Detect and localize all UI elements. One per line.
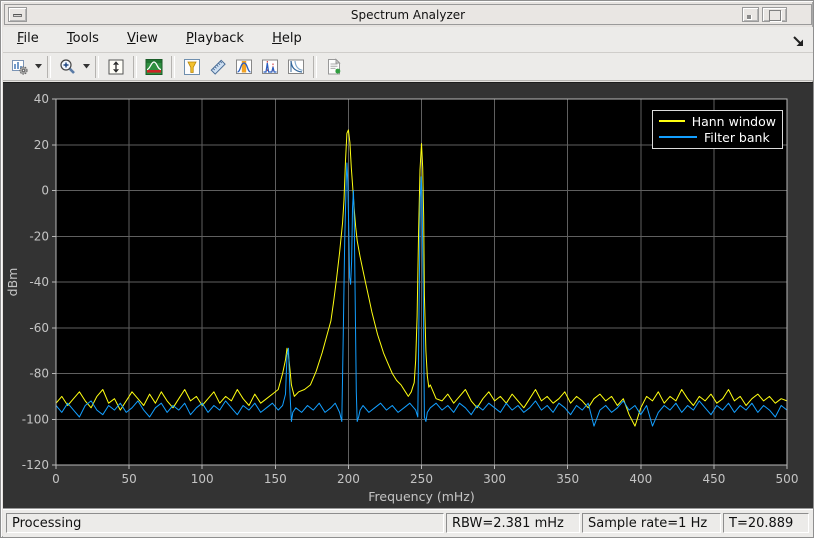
menu-playback[interactable]: Playback (177, 27, 253, 49)
configuration-button[interactable] (7, 54, 33, 80)
toolbar-separator (133, 55, 137, 78)
menu-tools[interactable]: Tools (58, 27, 108, 49)
spectrum-analyzer-window: Spectrum Analyzer File Tools View Playba… (0, 0, 814, 538)
spectrum-plot-panel[interactable]: 0 50 100 150 200 250 300 350 400 450 500 40 20 0 -20 -4… (3, 82, 813, 510)
zoom-dropdown-arrow[interactable] (81, 55, 91, 79)
svg-text:40: 40 (34, 92, 49, 106)
minimize-button[interactable] (742, 7, 759, 22)
status-state: Processing (6, 513, 444, 533)
svg-text:400: 400 (629, 472, 652, 486)
svg-text:500: 500 (776, 472, 799, 486)
legend-item-filterbank[interactable]: Filter bank (653, 129, 782, 145)
maximize-button[interactable] (762, 7, 787, 22)
maximize-icon (769, 10, 781, 21)
svg-text:-120: -120 (22, 458, 49, 472)
status-sample-rate: Sample rate=1 Hz (582, 513, 721, 533)
legend-label-hann: Hann window (691, 113, 776, 129)
menu-file[interactable]: File (8, 27, 48, 49)
svg-text:-100: -100 (22, 412, 49, 426)
svg-text:350: 350 (556, 472, 579, 486)
svg-text:-20: -20 (29, 229, 49, 243)
generate-script-button[interactable] (321, 54, 347, 80)
svg-text:450: 450 (702, 472, 725, 486)
svg-text:-40: -40 (29, 275, 49, 289)
svg-text:100: 100 (191, 472, 214, 486)
window-title: Spectrum Analyzer (350, 8, 466, 22)
svg-text:-60: -60 (29, 321, 49, 335)
svg-text:150: 150 (264, 472, 287, 486)
svg-text:50: 50 (121, 472, 136, 486)
toolbar-separator (95, 55, 99, 78)
svg-text:200: 200 (337, 472, 360, 486)
svg-text:300: 300 (483, 472, 506, 486)
spectrum-settings-button[interactable] (141, 54, 167, 80)
legend-line-hann (659, 120, 685, 122)
distortion-measurements-button[interactable] (257, 54, 283, 80)
svg-text:-80: -80 (29, 367, 49, 381)
legend-item-hann[interactable]: Hann window (653, 113, 782, 129)
svg-text:Frequency (mHz): Frequency (mHz) (368, 489, 474, 504)
svg-text:20: 20 (34, 138, 49, 152)
status-time: T=20.889 (723, 513, 809, 533)
svg-text:0: 0 (41, 184, 49, 198)
svg-text:0: 0 (52, 472, 60, 486)
menu-view[interactable]: View (118, 27, 167, 49)
channel-measurements-button[interactable] (231, 54, 257, 80)
svg-text:250: 250 (410, 472, 433, 486)
zoom-in-button[interactable] (55, 54, 81, 80)
menu-bar: File Tools View Playback Help (3, 27, 813, 53)
svg-text:dBm: dBm (5, 268, 20, 297)
legend[interactable]: Hann window Filter bank (652, 110, 783, 149)
legend-label-filterbank: Filter bank (704, 129, 770, 145)
spectral-mask-button[interactable] (283, 54, 309, 80)
undock-arrow-icon[interactable] (791, 33, 805, 47)
peak-finder-button[interactable] (179, 54, 205, 80)
toolbar-separator (47, 55, 51, 78)
status-rbw: RBW=2.381 mHz (446, 513, 580, 533)
configuration-dropdown-arrow[interactable] (33, 55, 43, 79)
status-bar: Processing RBW=2.381 mHz Sample rate=1 H… (3, 509, 813, 537)
toolbar (3, 53, 813, 81)
minimize-icon (747, 15, 752, 20)
menu-help[interactable]: Help (263, 27, 311, 49)
cursor-measurements-button[interactable] (205, 54, 231, 80)
autoscale-y-button[interactable] (103, 54, 129, 80)
legend-line-filterbank (659, 136, 697, 138)
toolbar-separator (313, 55, 317, 78)
title-bar[interactable]: Spectrum Analyzer (4, 4, 812, 25)
toolbar-separator (171, 55, 175, 78)
